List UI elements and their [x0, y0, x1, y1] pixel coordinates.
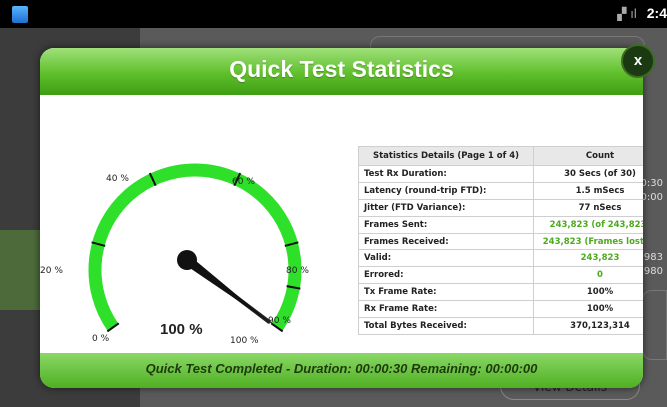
row-value: 370,123,314: [533, 317, 643, 335]
screen: ▞ ıl 2:4 0:30 0:00 983 980 View Details …: [0, 0, 667, 407]
row-value: 100%: [533, 283, 643, 302]
background-value: 0:30: [640, 178, 663, 189]
table-row: Tx Frame Rate: 100%: [358, 283, 643, 302]
gauge-tick-label: 0 %: [92, 334, 110, 344]
gauge-tick-label: 100 %: [230, 336, 259, 346]
background-value: 0:00: [640, 192, 663, 203]
row-value: 243,823 (of 243,823): [533, 215, 643, 234]
dialog-title: Quick Test Statistics: [229, 56, 454, 82]
app-icon[interactable]: [12, 6, 28, 23]
row-label: Test Rx Duration:: [358, 165, 534, 183]
row-label: Tx Frame Rate:: [358, 283, 534, 302]
close-button[interactable]: x: [621, 44, 655, 78]
row-value: 0: [533, 266, 643, 285]
quick-test-dialog: Quick Test Statistics 0 % 20 % 40 % 60 %…: [40, 48, 643, 388]
gauge-tick-label: 40 %: [106, 174, 129, 184]
row-value: 243,823 (Frames lost:0): [533, 232, 643, 251]
row-label: Valid:: [358, 249, 534, 268]
signal-icon: ▞ ıl: [617, 7, 637, 21]
table-row: Test Rx Duration: 30 Secs (of 30): [358, 165, 643, 183]
row-value: 77 nSecs: [533, 198, 643, 217]
progress-gauge: 0 % 20 % 40 % 60 % 80 % 90 % 100 % 100 %: [40, 163, 309, 346]
table-row: Rx Frame Rate: 100%: [358, 300, 643, 319]
gauge-tick-label: 60 %: [232, 177, 255, 187]
row-value: 30 Secs (of 30): [533, 165, 643, 183]
table-row: Frames Received:243,823 (Frames lost:0): [358, 232, 643, 251]
status-time: 2:4: [646, 5, 667, 21]
gauge-tick-label: 90 %: [268, 316, 291, 326]
gauge-tick-label: 20 %: [40, 266, 63, 276]
row-label: Frames Sent:: [358, 215, 534, 234]
gauge-arc: [88, 163, 302, 332]
row-label: Latency (round-trip FTD):: [358, 181, 534, 200]
row-value: 243,823: [533, 249, 643, 268]
row-label: Rx Frame Rate:: [358, 300, 534, 319]
dialog-footer: Quick Test Completed - Duration: 00:00:3…: [40, 353, 643, 388]
close-icon: x: [633, 52, 643, 69]
test-status-text: Quick Test Completed - Duration: 00:00:3…: [145, 361, 538, 376]
table-row: Valid: 243,823: [358, 249, 643, 268]
column-header-count: Count: [533, 146, 643, 166]
gauge-needle-body: [184, 255, 269, 322]
background-value: 983: [643, 252, 663, 263]
row-value: 100%: [533, 300, 643, 319]
column-header-details: Statistics Details (Page 1 of 4): [358, 146, 534, 166]
row-label: Errored:: [358, 266, 534, 285]
row-label: Total Bytes Received:: [358, 317, 534, 335]
row-value: 1.5 mSecs: [533, 181, 643, 200]
row-label: Jitter (FTD Variance):: [358, 198, 534, 217]
background-value: 980: [643, 266, 663, 277]
dialog-header: Quick Test Statistics: [40, 48, 643, 95]
gauge-hub: [177, 250, 197, 270]
table-row: Frames Sent: 243,823 (of 243,823): [358, 215, 643, 234]
status-bar: ▞ ıl 2:4: [0, 0, 667, 28]
table-row: Jitter (FTD Variance): 77 nSecs: [358, 198, 643, 217]
table-row: Errored: 0: [358, 266, 643, 285]
background-panel: [642, 290, 667, 360]
table-row: Total Bytes Received: 370,123,314: [358, 317, 643, 335]
background-sidebar-highlight: [0, 230, 40, 310]
statistics-table: Statistics Details (Page 1 of 4) Count T…: [358, 146, 643, 335]
table-header-row: Statistics Details (Page 1 of 4) Count: [358, 146, 643, 166]
gauge-tick-label: 80 %: [286, 266, 309, 276]
table-row: Latency (round-trip FTD): 1.5 mSecs: [358, 181, 643, 200]
row-label: Frames Received:: [358, 232, 534, 251]
gauge-value: 100 %: [160, 321, 203, 338]
